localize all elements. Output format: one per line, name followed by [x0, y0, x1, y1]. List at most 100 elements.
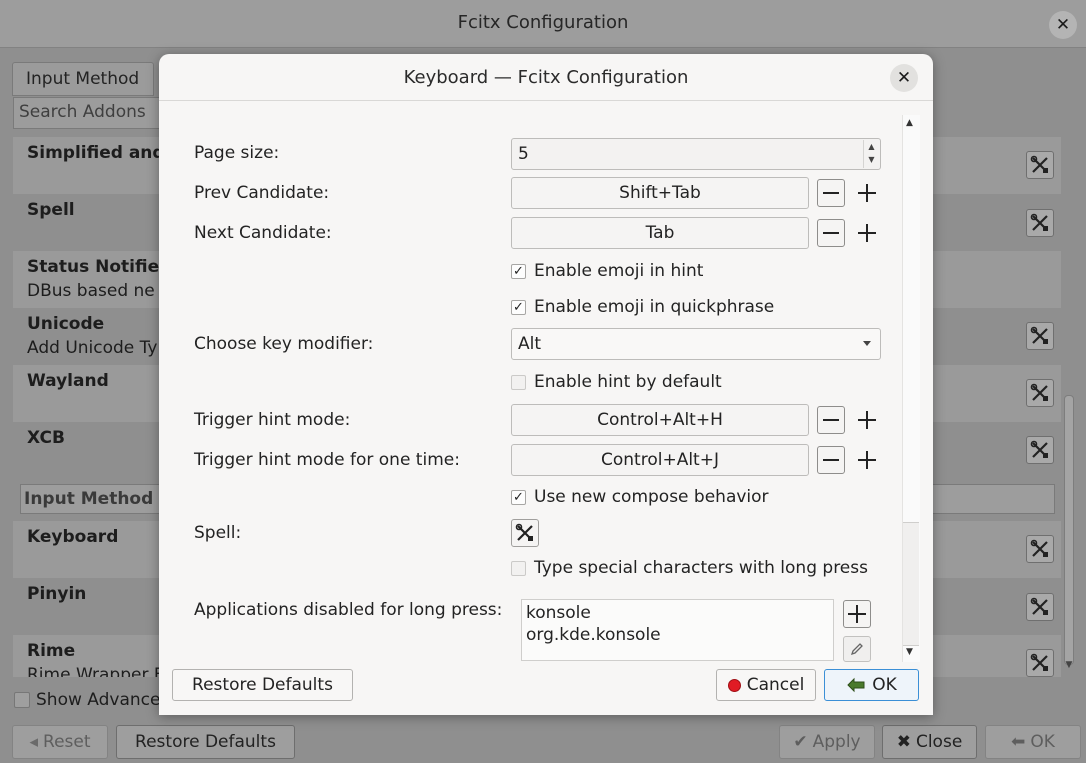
addon-description: DBus based ne — [27, 281, 155, 301]
key-modifier-value: Alt — [518, 334, 542, 354]
ok-icon — [847, 677, 865, 693]
scroll-down-arrow-icon[interactable]: ▼ — [906, 647, 913, 657]
list-item[interactable]: org.kde.konsole — [526, 624, 829, 646]
check-icon[interactable]: ✓ — [511, 489, 526, 505]
check-icon[interactable]: ✓ — [511, 263, 526, 279]
prev-candidate-label: Prev Candidate: — [194, 183, 330, 203]
remove-key-button[interactable] — [817, 406, 845, 434]
add-key-button[interactable] — [854, 406, 880, 434]
add-key-button[interactable] — [854, 219, 880, 247]
addon-name: Unicode — [27, 314, 105, 334]
configure-icon[interactable] — [1026, 209, 1054, 237]
checkbox-box[interactable] — [14, 692, 30, 708]
configure-icon[interactable] — [1026, 379, 1054, 407]
addon-name: Pinyin — [27, 584, 87, 604]
configure-icon[interactable] — [1026, 436, 1054, 464]
page-size-value: 5 — [518, 144, 529, 164]
configure-icon[interactable] — [1026, 649, 1054, 677]
dialog-restore-defaults-button[interactable]: Restore Defaults — [172, 669, 353, 701]
prev-candidate-key-button[interactable]: Shift+Tab — [511, 177, 809, 209]
next-candidate-key-button[interactable]: Tab — [511, 217, 809, 249]
close-button-label: Close — [915, 732, 963, 752]
compose-checkbox[interactable]: ✓ Use new compose behavior — [511, 487, 769, 507]
apps-disabled-label: Applications disabled for long press: — [194, 600, 503, 620]
trigger-hint-once-label: Trigger hint mode for one time: — [194, 450, 460, 470]
remove-key-button[interactable] — [817, 179, 845, 207]
emoji-hint-checkbox[interactable]: ✓ Enable emoji in hint — [511, 261, 703, 281]
hint-default-label: Enable hint by default — [534, 372, 722, 392]
show-advanced-label: Show Advance — [36, 690, 161, 710]
addon-name: Keyboard — [27, 527, 119, 547]
close-icon: ✖ — [896, 732, 911, 752]
add-app-button[interactable] — [843, 600, 871, 628]
addon-name: Spell — [27, 200, 75, 220]
key-modifier-label: Choose key modifier: — [194, 334, 374, 354]
addon-description: Rime Wrapper F — [27, 665, 164, 677]
plus-icon — [848, 605, 866, 623]
ok-icon: ⬅ — [1011, 732, 1026, 752]
edit-app-button[interactable] — [843, 636, 871, 662]
checkbox-box[interactable] — [511, 560, 526, 576]
apply-button[interactable]: ✔ Apply — [779, 725, 875, 759]
remove-key-button[interactable] — [817, 446, 845, 474]
list-item[interactable]: konsole — [526, 602, 829, 624]
checkbox-box[interactable] — [511, 374, 526, 390]
trigger-hint-key-button[interactable]: Control+Alt+H — [511, 404, 809, 436]
addon-name: Wayland — [27, 371, 109, 391]
long-press-label: Type special characters with long press — [534, 558, 868, 578]
trigger-hint-label: Trigger hint mode: — [194, 410, 351, 430]
restore-defaults-button[interactable]: Restore Defaults — [116, 725, 295, 759]
main-window-title: Fcitx Configuration — [457, 12, 629, 33]
add-key-button[interactable] — [854, 446, 880, 474]
show-advanced-checkbox[interactable]: Show Advance — [14, 690, 160, 710]
spinbox-arrows-icon[interactable]: ▲ ▼ — [863, 140, 879, 168]
addon-name: Rime — [27, 641, 76, 661]
dialog-ok-button[interactable]: OK — [824, 669, 919, 701]
add-key-button[interactable] — [854, 179, 880, 207]
dialog-title: Keyboard — Fcitx Configuration — [403, 67, 689, 88]
dialog-scrollbar-thumb[interactable] — [903, 522, 919, 646]
search-addons-input[interactable]: Search Addons — [13, 97, 163, 129]
ok-button[interactable]: ⬅ OK — [985, 725, 1081, 759]
configure-icon[interactable] — [1026, 151, 1054, 179]
emoji-quickphrase-label: Enable emoji in quickphrase — [534, 297, 775, 317]
spell-label: Spell: — [194, 523, 242, 543]
reset-icon: ◂ — [29, 732, 39, 752]
key-modifier-select[interactable]: Alt — [511, 328, 881, 360]
reset-button[interactable]: ◂ Reset — [12, 725, 108, 759]
dialog-cancel-label: Cancel — [746, 675, 805, 695]
pencil-icon — [850, 643, 863, 656]
scroll-up-arrow-icon[interactable]: ▲ — [906, 118, 913, 128]
apps-disabled-list[interactable]: konsole org.kde.konsole — [521, 599, 834, 661]
dialog-close-icon[interactable]: ✕ — [890, 64, 918, 92]
configure-icon[interactable] — [511, 519, 539, 547]
next-candidate-label: Next Candidate: — [194, 223, 332, 243]
minus-icon — [823, 419, 839, 421]
check-icon[interactable]: ✓ — [511, 299, 526, 315]
cancel-icon — [727, 678, 741, 692]
dialog-restore-defaults-label: Restore Defaults — [192, 675, 333, 695]
trigger-hint-once-key-button[interactable]: Control+Alt+J — [511, 444, 809, 476]
dialog-cancel-button[interactable]: Cancel — [716, 669, 816, 701]
long-press-checkbox[interactable]: Type special characters with long press — [511, 558, 868, 578]
minus-icon — [823, 232, 839, 234]
addon-name: Simplified and — [27, 143, 165, 163]
tab-input-method[interactable]: Input Method — [12, 62, 154, 96]
emoji-quickphrase-checkbox[interactable]: ✓ Enable emoji in quickphrase — [511, 297, 774, 317]
keyboard-config-dialog: Keyboard — Fcitx Configuration ✕ Page si… — [159, 54, 933, 715]
page-size-spinbox[interactable]: 5 ▲ ▼ — [511, 138, 881, 170]
configure-icon[interactable] — [1026, 535, 1054, 563]
emoji-hint-label: Enable emoji in hint — [534, 261, 704, 281]
apply-button-label: Apply — [812, 732, 861, 752]
configure-icon[interactable] — [1026, 322, 1054, 350]
scroll-down-arrow-icon[interactable]: ▼ — [1062, 660, 1076, 674]
remove-key-button[interactable] — [817, 219, 845, 247]
close-button[interactable]: ✖ Close — [882, 725, 977, 759]
main-close-icon[interactable]: ✕ — [1049, 11, 1077, 39]
configure-icon[interactable] — [1026, 593, 1054, 621]
hint-default-checkbox[interactable]: Enable hint by default — [511, 372, 722, 392]
apply-icon: ✔ — [793, 732, 808, 752]
addon-name: XCB — [27, 428, 65, 448]
main-scrollbar-thumb[interactable] — [1064, 395, 1074, 665]
reset-button-label: Reset — [43, 732, 91, 752]
